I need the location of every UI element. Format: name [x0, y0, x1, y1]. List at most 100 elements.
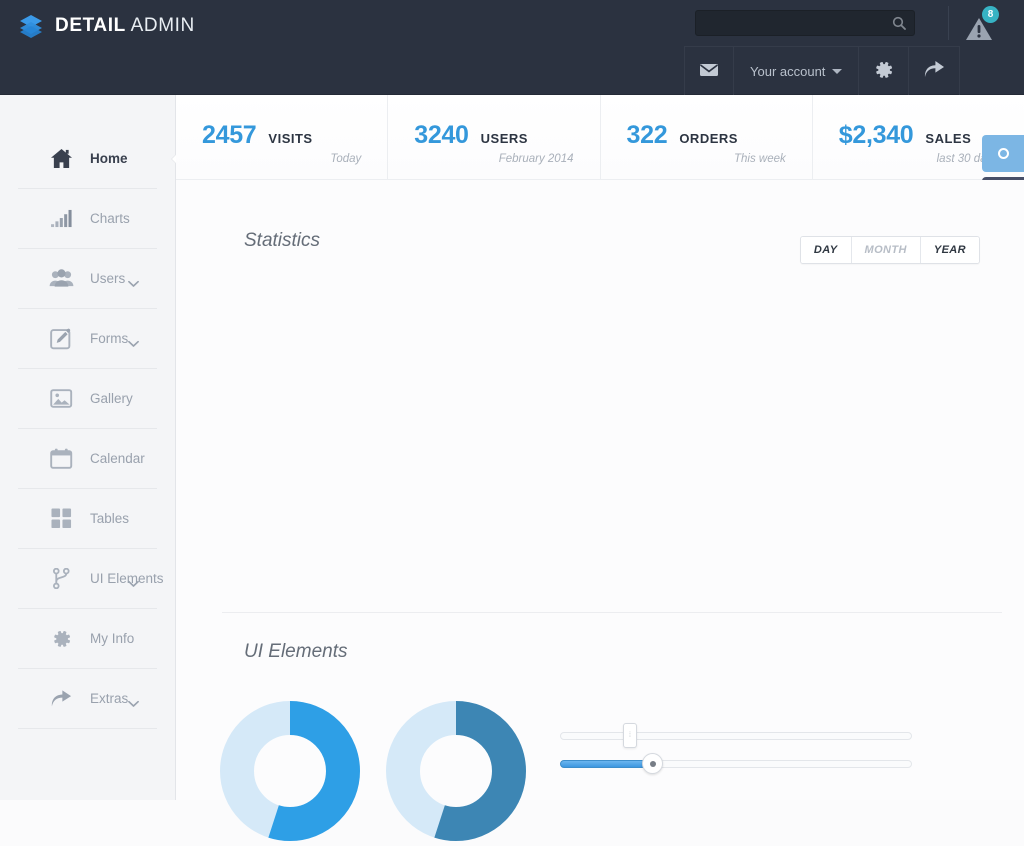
- chevron-down-icon[interactable]: [128, 275, 139, 287]
- stat-value: 3240: [414, 121, 469, 149]
- account-menu[interactable]: Your account: [734, 47, 860, 95]
- chevron-down-icon[interactable]: [128, 575, 139, 587]
- gear-icon: [48, 627, 74, 651]
- sidebar-item-extras[interactable]: Extras: [18, 669, 157, 729]
- sidebar-item-my-info[interactable]: My Info: [18, 609, 157, 669]
- brand[interactable]: DETAIL ADMIN: [18, 8, 195, 44]
- settings-button[interactable]: [859, 47, 910, 95]
- stats-strip: 2457 VISITS Today 3240 USERS February 20…: [176, 95, 1024, 180]
- stat-top: $2,340 SALES: [839, 121, 998, 150]
- sidebar-label-gallery: Gallery: [90, 391, 133, 406]
- users-icon: [48, 267, 74, 291]
- sidebar-label-charts: Charts: [90, 211, 130, 226]
- stat-top: 322 ORDERS: [627, 121, 786, 150]
- donut-chart-2: [386, 701, 526, 841]
- slider-filled[interactable]: [560, 749, 912, 777]
- slider-handle-bar[interactable]: ⁞: [623, 723, 637, 748]
- account-label: Your account: [750, 63, 826, 79]
- stat-card-orders[interactable]: 322 ORDERS This week: [600, 95, 813, 179]
- donut-chart-group: [220, 701, 526, 841]
- caret-down-icon: [832, 68, 843, 74]
- messages-button[interactable]: [684, 47, 734, 95]
- stat-top: 2457 VISITS: [202, 121, 361, 150]
- stat-sublabel: last 30 days: [936, 153, 998, 165]
- tab-year[interactable]: YEAR: [920, 237, 979, 263]
- sidebar-label-my-info: My Info: [90, 631, 135, 646]
- statistics-chart-canvas: [176, 252, 1024, 612]
- slider-fill: [560, 760, 652, 768]
- stat-sublabel: February 2014: [498, 153, 574, 165]
- sitemap-icon: [48, 567, 74, 591]
- sidebar-label-calendar: Calendar: [90, 451, 145, 466]
- theme-toggle-light[interactable]: [982, 135, 1024, 172]
- sidebar-item-calendar[interactable]: Calendar: [18, 429, 157, 489]
- sidebar-item-charts[interactable]: Charts: [18, 189, 157, 249]
- statistics-range-tabs: DAY MONTH YEAR: [799, 236, 980, 264]
- calendar-icon: [48, 447, 74, 471]
- tab-day[interactable]: DAY: [800, 237, 852, 263]
- stat-label: VISITS: [268, 131, 313, 146]
- stat-top: 3240 USERS: [414, 121, 573, 150]
- sidebar-item-gallery[interactable]: Gallery: [18, 369, 157, 429]
- search-input[interactable]: [696, 11, 882, 35]
- header-divider: [948, 6, 949, 40]
- dot-icon: [649, 760, 656, 767]
- search-icon[interactable]: [892, 16, 906, 30]
- sidebar-label-tables: Tables: [90, 511, 130, 526]
- donut-chart-1: [220, 701, 360, 841]
- stat-label: ORDERS: [679, 131, 738, 146]
- sidebar-item-tables[interactable]: Tables: [18, 489, 157, 549]
- logout-button[interactable]: [909, 47, 961, 95]
- share-arrow-icon: [48, 687, 74, 711]
- sidebar-label-users: Users: [90, 271, 126, 286]
- pencil-square-icon: [48, 327, 74, 351]
- stat-sublabel: Today: [330, 153, 362, 165]
- slider-handle-round[interactable]: [642, 753, 663, 774]
- alert-badge-count: 8: [982, 6, 999, 23]
- sidebar-label-extras: Extras: [90, 691, 129, 706]
- sidebar-label-forms: Forms: [90, 331, 129, 346]
- sidebar-item-users[interactable]: Users: [18, 249, 157, 309]
- home-icon: [48, 147, 74, 171]
- brand-bold: DETAIL: [55, 15, 126, 36]
- gear-icon: [873, 59, 894, 83]
- stat-card-users[interactable]: 3240 USERS February 2014: [388, 95, 601, 179]
- sidebar-label-home: Home: [90, 151, 128, 166]
- sidebar-item-forms[interactable]: Forms: [18, 309, 157, 369]
- stat-label: SALES: [925, 131, 972, 146]
- page-title-statistics: Statistics: [244, 230, 321, 251]
- sidebar-label-ui-elements: UI Elements: [90, 571, 164, 586]
- slider-group: ⁞: [560, 721, 912, 777]
- sidebar: Home Charts Users Forms Gallery Calendar…: [0, 95, 183, 800]
- stat-value: 322: [626, 121, 668, 149]
- brand-text: DETAIL ADMIN: [55, 13, 195, 39]
- envelope-icon: [699, 63, 719, 80]
- stat-label: USERS: [480, 131, 528, 146]
- stat-value: $2,340: [838, 121, 914, 149]
- share-arrow-icon: [923, 60, 945, 82]
- slider-track[interactable]: [560, 732, 912, 740]
- search-box[interactable]: [695, 10, 915, 36]
- main-content: Statistics DAY MONTH YEAR UI Elements ⁞: [176, 180, 1024, 841]
- header-toolbar: Your account: [684, 46, 961, 95]
- alerts-button[interactable]: 8: [964, 6, 1006, 44]
- sidebar-item-ui-elements[interactable]: UI Elements: [18, 549, 164, 609]
- layers-icon: [18, 13, 44, 39]
- stat-value: 2457: [202, 121, 257, 149]
- grid-icon: [48, 507, 74, 531]
- image-icon: [48, 387, 74, 411]
- chevron-down-icon[interactable]: [128, 335, 139, 347]
- slider-plain[interactable]: ⁞: [560, 721, 912, 749]
- chevron-down-icon[interactable]: [128, 695, 139, 707]
- section-title-ui-elements: UI Elements: [244, 641, 348, 662]
- top-header-bar: DETAIL ADMIN 8 Your account: [0, 0, 1024, 95]
- grip-icon: ⁞: [629, 732, 631, 739]
- sidebar-item-home[interactable]: Home: [18, 129, 183, 189]
- ui-elements-section: UI Elements ⁞: [176, 613, 1024, 841]
- brand-light: ADMIN: [125, 15, 195, 36]
- bar-chart-icon: [48, 207, 74, 231]
- stat-card-visits[interactable]: 2457 VISITS Today: [176, 95, 389, 179]
- statistics-section-header: Statistics DAY MONTH YEAR: [176, 180, 1024, 264]
- tab-month[interactable]: MONTH: [851, 237, 921, 263]
- ring-icon: [997, 148, 1009, 159]
